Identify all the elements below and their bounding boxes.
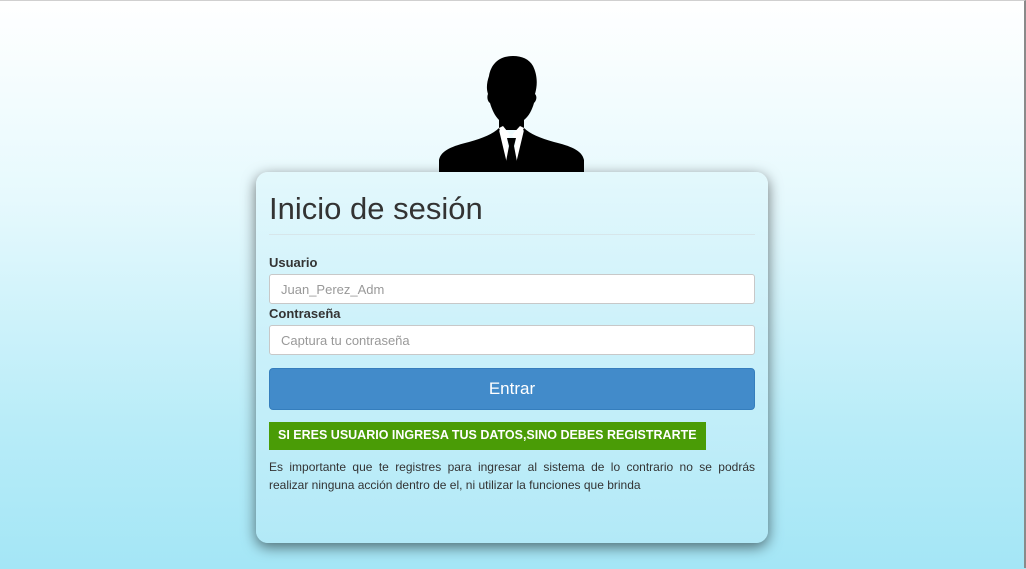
register-notice-badge: SI ERES USUARIO INGRESA TUS DATOS,SINO D… (269, 422, 706, 450)
login-card: Inicio de sesión Usuario Contraseña Entr… (256, 172, 768, 543)
submit-button[interactable]: Entrar (269, 368, 755, 410)
title-divider (269, 234, 755, 235)
password-input[interactable] (269, 325, 755, 355)
register-info-text: Es importante que te registres para ingr… (269, 460, 755, 492)
username-input[interactable] (269, 274, 755, 304)
username-label: Usuario (269, 255, 318, 270)
password-label: Contraseña (269, 306, 341, 321)
user-silhouette-icon (437, 54, 586, 174)
login-title: Inicio de sesión (269, 191, 483, 226)
